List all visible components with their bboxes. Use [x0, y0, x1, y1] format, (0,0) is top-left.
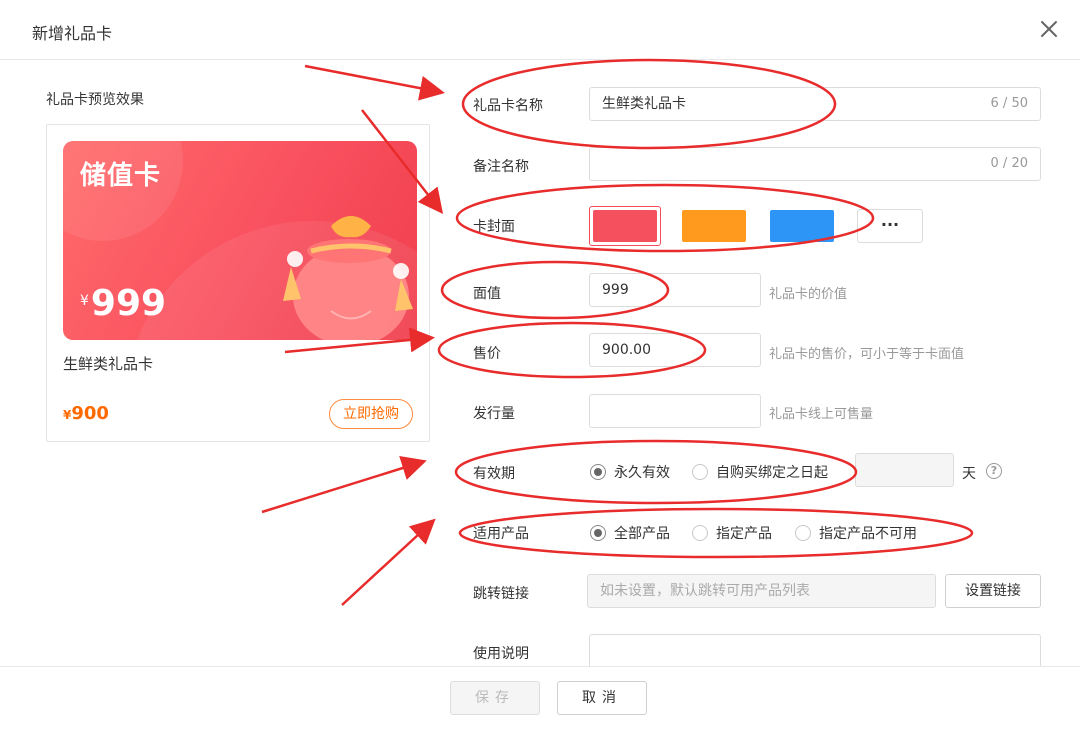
validity-permanent-label: 永久有效: [614, 465, 670, 481]
card-name: 生鲜类礼品卡: [63, 355, 154, 373]
applicable-label: 适用产品: [473, 526, 529, 542]
cover-swatch-orange[interactable]: [682, 210, 746, 242]
annotation-arrow: [341, 518, 436, 606]
add-gift-card-dialog: 新增礼品卡 礼品卡预览效果 储值卡 ¥999 生鲜类礼品卡 ¥900 立即抢购 …: [0, 0, 1080, 730]
remark-input[interactable]: 0 / 20: [589, 147, 1041, 181]
radio-dot: [590, 525, 606, 541]
preview-label: 礼品卡预览效果: [46, 92, 144, 108]
validity-label: 有效期: [473, 466, 515, 482]
card-value: ¥999: [80, 283, 166, 324]
dialog-footer: [0, 666, 1080, 730]
validity-days-input[interactable]: [855, 453, 954, 487]
card-amount: 999: [90, 283, 167, 324]
cover-swatch-blue[interactable]: [770, 210, 834, 242]
card-price: ¥900: [63, 403, 109, 424]
more-covers-button[interactable]: ···: [857, 209, 923, 243]
annotation-arrow: [304, 64, 445, 101]
issue-amount-label: 发行量: [473, 406, 515, 422]
name-input[interactable]: 生鲜类礼品卡 6 / 50: [589, 87, 1041, 121]
cover-swatch-red[interactable]: [593, 210, 657, 242]
name-value: 生鲜类礼品卡: [602, 96, 686, 112]
card-title: 储值卡: [80, 161, 162, 191]
lucky-bag-icon: [283, 216, 413, 340]
validity-from-purchase-radio[interactable]: 自购买绑定之日起: [692, 462, 828, 482]
radio-dot: [590, 464, 606, 480]
face-value-label: 面值: [473, 286, 501, 302]
card-currency: ¥: [80, 293, 89, 309]
days-unit: 天: [962, 466, 976, 482]
radio-dot: [795, 525, 811, 541]
sale-price-label: 售价: [473, 346, 501, 362]
applicable-all-label: 全部产品: [614, 526, 670, 542]
issue-amount-input[interactable]: [589, 394, 761, 428]
buy-now-button[interactable]: 立即抢购: [329, 399, 413, 429]
cancel-button[interactable]: 取消: [557, 681, 647, 715]
face-value-input[interactable]: 999: [589, 273, 761, 307]
dialog-header: 新增礼品卡: [0, 0, 1080, 60]
face-value-hint: 礼品卡的价值: [769, 287, 848, 302]
gift-card-preview: 储值卡 ¥999: [63, 141, 417, 340]
sale-price-input[interactable]: 900.00: [589, 333, 761, 367]
preview-box: 储值卡 ¥999 生鲜类礼品卡 ¥900 立即抢购: [46, 124, 430, 442]
radio-dot: [692, 464, 708, 480]
cover-label: 卡封面: [473, 219, 515, 235]
close-icon[interactable]: [1034, 14, 1064, 44]
set-link-button[interactable]: 设置链接: [945, 574, 1041, 608]
name-counter: 6 / 50: [990, 96, 1028, 111]
price-amount: 900: [71, 403, 109, 424]
remark-label: 备注名称: [473, 159, 529, 175]
issue-amount-hint: 礼品卡线上可售量: [769, 407, 874, 422]
remark-counter: 0 / 20: [990, 156, 1028, 171]
applicable-excluded-radio[interactable]: 指定产品不可用: [795, 523, 917, 543]
save-button[interactable]: 保存: [450, 681, 540, 715]
annotation-arrow: [261, 456, 427, 514]
usage-label: 使用说明: [473, 646, 529, 662]
validity-from-purchase-label: 自购买绑定之日起: [716, 465, 828, 481]
applicable-specified-radio[interactable]: 指定产品: [692, 523, 772, 543]
applicable-excluded-label: 指定产品不可用: [819, 526, 917, 542]
link-input[interactable]: 如未设置，默认跳转可用产品列表: [587, 574, 936, 608]
applicable-all-radio[interactable]: 全部产品: [590, 523, 670, 543]
question-icon[interactable]: ?: [986, 463, 1002, 479]
validity-permanent-radio[interactable]: 永久有效: [590, 462, 670, 482]
name-label: 礼品卡名称: [473, 98, 543, 114]
sale-price-hint: 礼品卡的售价，可小于等于卡面值: [769, 347, 965, 362]
applicable-specified-label: 指定产品: [716, 526, 772, 542]
radio-dot: [692, 525, 708, 541]
link-label: 跳转链接: [473, 586, 529, 602]
dialog-title: 新增礼品卡: [32, 24, 113, 43]
